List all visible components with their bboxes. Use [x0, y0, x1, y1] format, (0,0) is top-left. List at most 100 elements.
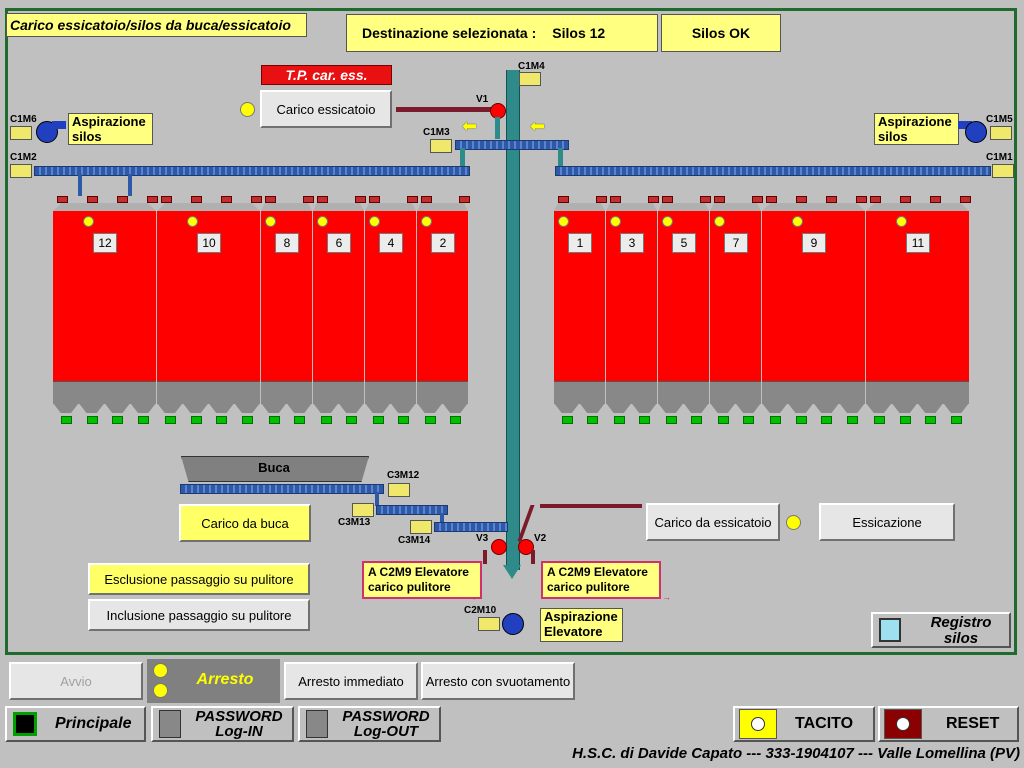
registro-silos-button[interactable]: Registro silos: [871, 612, 1011, 648]
arresto-indicator-top: [153, 663, 168, 678]
c1m3-left-drop: [460, 148, 465, 166]
silo-roof: [365, 203, 416, 211]
silo-hopper: [866, 381, 969, 404]
silo-cone: [53, 403, 79, 413]
silo-gate: [558, 196, 569, 203]
silo[interactable]: 3: [606, 196, 659, 426]
c1m1-motor-icon[interactable]: [992, 164, 1014, 178]
arresto-button[interactable]: Arresto: [170, 671, 280, 689]
silo-number: 1: [568, 233, 592, 253]
carico-da-essicatoio-button[interactable]: Carico da essicatoio: [646, 503, 780, 541]
principale-button[interactable]: Principale: [5, 706, 146, 742]
silo-discharge: [613, 416, 625, 424]
silo[interactable]: 4: [365, 196, 418, 426]
silo-discharge: [398, 416, 410, 424]
c3m13-motor-icon[interactable]: [352, 503, 374, 517]
arresto-indicator-bottom: [153, 683, 168, 698]
tacito-button[interactable]: TACITO: [733, 706, 875, 742]
c1m4-motor-icon[interactable]: [519, 72, 541, 86]
silo-cone: [891, 403, 918, 413]
silo-number: 12: [93, 233, 117, 253]
tacito-label: TACITO: [795, 715, 854, 732]
c2m10-motor-icon[interactable]: [478, 617, 500, 631]
c1m2-conveyor: [34, 166, 470, 176]
c3m14-motor-icon[interactable]: [410, 520, 432, 534]
c3m12-motor-icon[interactable]: [388, 483, 410, 497]
v3-pipe: [483, 550, 487, 564]
password-logout-button[interactable]: PASSWORD Log-OUT: [298, 706, 441, 742]
c1m4-label: C1M4: [518, 61, 545, 72]
silo-discharge: [294, 416, 306, 424]
essicatoio-pipe: [540, 504, 642, 508]
silo-discharge: [346, 416, 358, 424]
silo-gate: [317, 196, 328, 203]
silo-discharge: [899, 416, 911, 424]
elevatore-label-left: A C2M9 Elevatore carico pulitore: [362, 561, 482, 599]
silo-level-indicator: [896, 216, 907, 227]
buca-label: Buca: [258, 460, 290, 475]
silo-roof: [606, 203, 657, 211]
reset-label: RESET: [946, 715, 1000, 732]
c1m5-motor-icon[interactable]: [990, 126, 1012, 140]
c1m2-motor-icon[interactable]: [10, 164, 32, 178]
silo-gate: [870, 196, 881, 203]
silo-level-indicator: [714, 216, 725, 227]
silo-number: 7: [724, 233, 748, 253]
silo-level-indicator: [792, 216, 803, 227]
silo-level-indicator: [421, 216, 432, 227]
silo[interactable]: 8: [261, 196, 314, 426]
silo-number: 9: [802, 233, 826, 253]
essicazione-button[interactable]: Essicazione: [819, 503, 955, 541]
arrow-right-icon: →: [468, 592, 477, 602]
silo[interactable]: 10: [157, 196, 262, 426]
c1m6-motor-icon[interactable]: [10, 126, 32, 140]
silo-discharge: [242, 416, 254, 424]
keypad-icon: [306, 710, 328, 738]
silo-gate: [57, 196, 68, 203]
c2m10-label: C2M10: [464, 605, 497, 616]
silo-gate: [714, 196, 725, 203]
silo-cone: [417, 403, 443, 413]
silo-discharge: [847, 416, 859, 424]
c3m12-conveyor: [180, 484, 384, 494]
silo-gate: [766, 196, 777, 203]
carico-essicatoio-indicator: [240, 102, 255, 117]
c1m1-label: C1M1: [986, 152, 1013, 163]
silo-cone: [943, 403, 969, 413]
silos-status: Silos OK: [661, 14, 781, 52]
silo-cone: [157, 403, 183, 413]
silo[interactable]: 12: [53, 196, 158, 426]
silo-gate: [662, 196, 673, 203]
silo[interactable]: 7: [710, 196, 763, 426]
password-login-button[interactable]: PASSWORD Log-IN: [151, 706, 294, 742]
silo-cone: [735, 403, 761, 413]
silo[interactable]: 5: [658, 196, 711, 426]
silo-cone: [787, 403, 814, 413]
silo-discharge: [951, 416, 963, 424]
silo-number: 10: [197, 233, 221, 253]
silo-hopper: [365, 381, 416, 404]
v3-valve[interactable]: [491, 539, 507, 555]
c1m3-motor-icon[interactable]: [430, 139, 452, 153]
reset-button[interactable]: RESET: [878, 706, 1019, 742]
arresto-immediato-button[interactable]: Arresto immediato: [284, 662, 418, 700]
silo-gate: [459, 196, 470, 203]
silo[interactable]: 2: [417, 196, 470, 426]
silo[interactable]: 9: [762, 196, 867, 426]
silo-gate: [265, 196, 276, 203]
esclusione-pulitore-button[interactable]: Esclusione passaggio su pulitore: [88, 563, 310, 595]
elevatore-label-right: A C2M9 Elevatore carico pulitore: [541, 561, 661, 599]
silo-number: 3: [620, 233, 644, 253]
silo[interactable]: 1: [554, 196, 607, 426]
c3m13-label: C3M13: [338, 517, 371, 528]
silo-gate: [87, 196, 98, 203]
silo[interactable]: 11: [866, 196, 971, 426]
silo-cone: [390, 403, 416, 413]
silo[interactable]: 6: [313, 196, 366, 426]
carico-da-buca-button[interactable]: Carico da buca: [179, 504, 311, 542]
avvio-button[interactable]: Avvio: [9, 662, 143, 700]
arresto-svuotamento-button[interactable]: Arresto con svuotamento: [421, 662, 575, 700]
inclusione-pulitore-button[interactable]: Inclusione passaggio su pulitore: [88, 599, 310, 631]
carico-essicatoio-button[interactable]: Carico essicatoio: [260, 90, 392, 128]
conveyor-drop: [78, 174, 82, 196]
